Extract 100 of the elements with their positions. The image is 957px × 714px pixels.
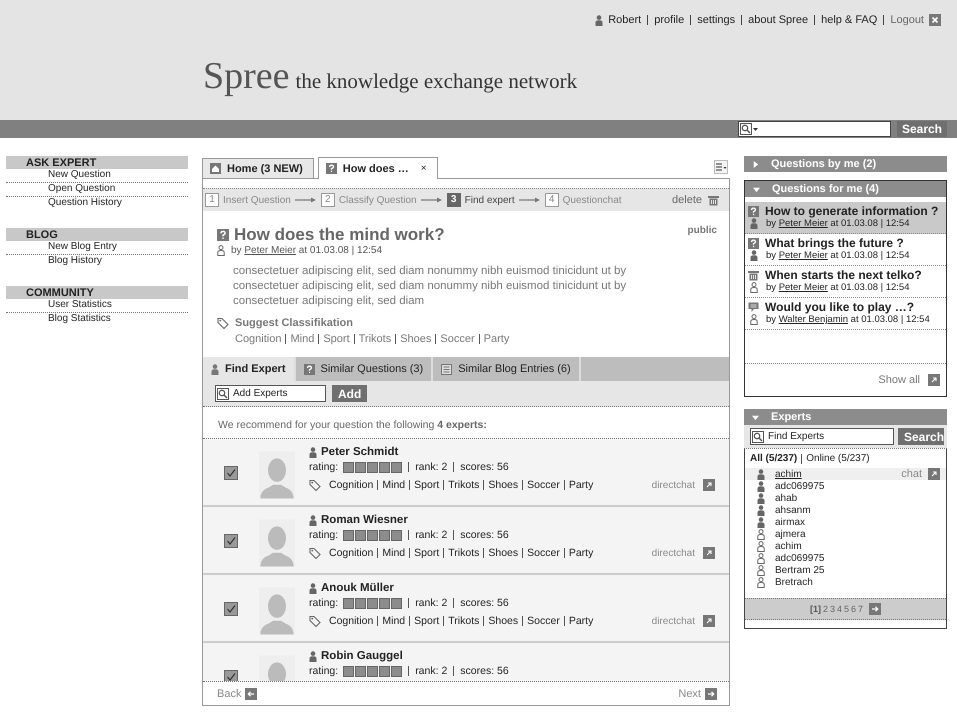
page-link[interactable]: 5 (844, 604, 850, 614)
find-experts-field[interactable]: Find Experts (750, 428, 894, 445)
sidebar-item[interactable]: User Statistics (6, 299, 188, 313)
logout-link[interactable]: Logout (890, 14, 924, 26)
tab[interactable]: Home (3 NEW) (202, 158, 314, 178)
question-item[interactable]: Would you like to play …? by Walter Benjamin at 01.03.08 | 12:54 (745, 298, 946, 330)
search-button[interactable]: Search (896, 121, 947, 137)
page-link[interactable]: 3 (830, 604, 835, 614)
tag-link[interactable]: Trikots (448, 547, 480, 559)
author-link[interactable]: Walter Benjamin (778, 314, 848, 325)
checkbox[interactable] (224, 670, 238, 681)
user-link[interactable]: adc069975 (775, 480, 824, 492)
tag-link[interactable]: Shoes (488, 547, 518, 559)
tag-link[interactable]: Party (568, 615, 594, 627)
tag-link[interactable]: Cognition (329, 615, 374, 627)
external-arrow-icon[interactable] (703, 615, 715, 627)
tag-link[interactable]: Sport (414, 479, 440, 491)
page-link[interactable]: 7 (858, 604, 864, 614)
nav-link[interactable]: settings (697, 14, 736, 26)
right-arrow-icon[interactable] (869, 603, 882, 615)
checkbox[interactable] (224, 534, 238, 548)
page-link[interactable]: 2 (822, 604, 828, 614)
show-all-link[interactable]: Show all (878, 374, 920, 386)
tag-link[interactable]: Shoes (488, 615, 518, 627)
tag-link[interactable]: Sport (323, 333, 350, 345)
tag-link[interactable]: Mind (290, 333, 314, 345)
checkbox[interactable] (224, 602, 238, 616)
tag-link[interactable]: Soccer (440, 333, 475, 345)
tag-link[interactable]: Trikots (448, 479, 480, 491)
question-item[interactable]: When starts the next telko? by Peter Meier at 01.03.08 | 12:54 (745, 266, 946, 298)
tag-link[interactable]: Mind (382, 547, 406, 559)
author-link[interactable]: Peter Meier (778, 218, 828, 229)
tag-link[interactable]: Mind (382, 615, 406, 627)
user-link[interactable]: ahab (775, 492, 798, 504)
back-link[interactable]: Back (217, 688, 242, 700)
page-link[interactable]: 6 (851, 604, 856, 614)
user-link[interactable]: adc069975 (775, 552, 824, 564)
tag-link[interactable]: Soccer (527, 547, 560, 559)
close-icon[interactable] (929, 14, 941, 26)
question-item[interactable]: What brings the future ? by Peter Meier at 01.03.08 | 12:54 (745, 234, 946, 266)
delete-link[interactable]: delete (672, 194, 702, 206)
tag-link[interactable]: Shoes (488, 479, 518, 491)
right-arrow-icon[interactable] (705, 688, 717, 700)
author-link[interactable]: Peter Meier (778, 282, 828, 293)
sidebar-item[interactable]: Blog History (6, 255, 188, 268)
wizard-step[interactable]: 4 Questionchat (544, 193, 622, 207)
tag-link[interactable]: Sport (414, 615, 440, 627)
tab[interactable]: Find Expert (203, 357, 296, 381)
sidebar-item[interactable]: New Blog Entry (6, 241, 188, 255)
menu-icon[interactable] (714, 160, 728, 174)
sidebar-item[interactable]: Question History (6, 197, 188, 210)
sidebar-item[interactable]: Open Question (6, 183, 188, 197)
filter-link[interactable]: Online (5/237) (806, 453, 870, 464)
filter-link[interactable]: All (5/237) (750, 453, 798, 464)
wizard-step[interactable]: 1 Insert Question (205, 193, 291, 207)
tag-link[interactable]: Cognition (329, 479, 374, 491)
add-button[interactable]: Add (332, 385, 368, 402)
tag-link[interactable]: Party (484, 333, 510, 345)
search-icon[interactable] (740, 123, 760, 135)
tag-link[interactable]: Cognition (329, 547, 374, 559)
nav-link[interactable]: about Spree (748, 14, 808, 26)
tag-link[interactable]: Trikots (448, 615, 480, 627)
search-field[interactable] (738, 121, 891, 137)
external-arrow-icon[interactable] (928, 374, 940, 386)
author-link[interactable]: Peter Meier (778, 250, 828, 261)
user-link[interactable]: achim (775, 540, 802, 552)
user-link[interactable]: ahsanm (775, 504, 811, 516)
user-link[interactable]: airmax (775, 516, 806, 528)
tag-link[interactable]: Cognition (235, 333, 282, 345)
nav-link[interactable]: profile (654, 14, 684, 26)
external-arrow-icon[interactable] (928, 468, 940, 480)
left-arrow-icon[interactable] (245, 688, 258, 700)
user-link[interactable]: Bretrach (775, 576, 813, 588)
tag-link[interactable]: Party (568, 547, 594, 559)
external-arrow-icon[interactable] (703, 479, 715, 491)
nav-link[interactable]: help & FAQ (821, 14, 878, 26)
trash-icon[interactable] (708, 194, 719, 206)
sidebar-item[interactable]: New Question (6, 169, 188, 183)
tag-link[interactable]: Soccer (527, 479, 560, 491)
tab[interactable]: How does … × (318, 157, 438, 179)
wizard-step[interactable]: 2 Classify Question (320, 193, 417, 207)
author-link[interactable]: Peter Meier (244, 245, 296, 256)
next-link[interactable]: Next (678, 688, 701, 700)
tag-link[interactable]: Mind (382, 479, 406, 491)
user-link[interactable]: Robert (608, 14, 642, 26)
search-button[interactable]: Search (898, 428, 944, 445)
external-arrow-icon[interactable] (703, 547, 715, 559)
user-link[interactable]: Bertram 25 (775, 564, 824, 576)
tag-link[interactable]: Shoes (400, 333, 432, 345)
user-link[interactable]: achim (775, 468, 802, 480)
page-link[interactable]: [1] (810, 604, 821, 614)
tag-link[interactable]: Sport (414, 547, 440, 559)
tag-link[interactable]: Party (568, 479, 594, 491)
sidebar-item[interactable]: Blog Statistics (6, 313, 188, 326)
add-experts-field[interactable]: Add Experts (215, 385, 326, 402)
close-tab-button[interactable]: × (420, 163, 427, 174)
tag-link[interactable]: Soccer (527, 615, 560, 627)
page-link[interactable]: 4 (836, 604, 842, 614)
wizard-step[interactable]: 3 Find expert (446, 193, 515, 207)
user-link[interactable]: ajmera (775, 528, 806, 540)
